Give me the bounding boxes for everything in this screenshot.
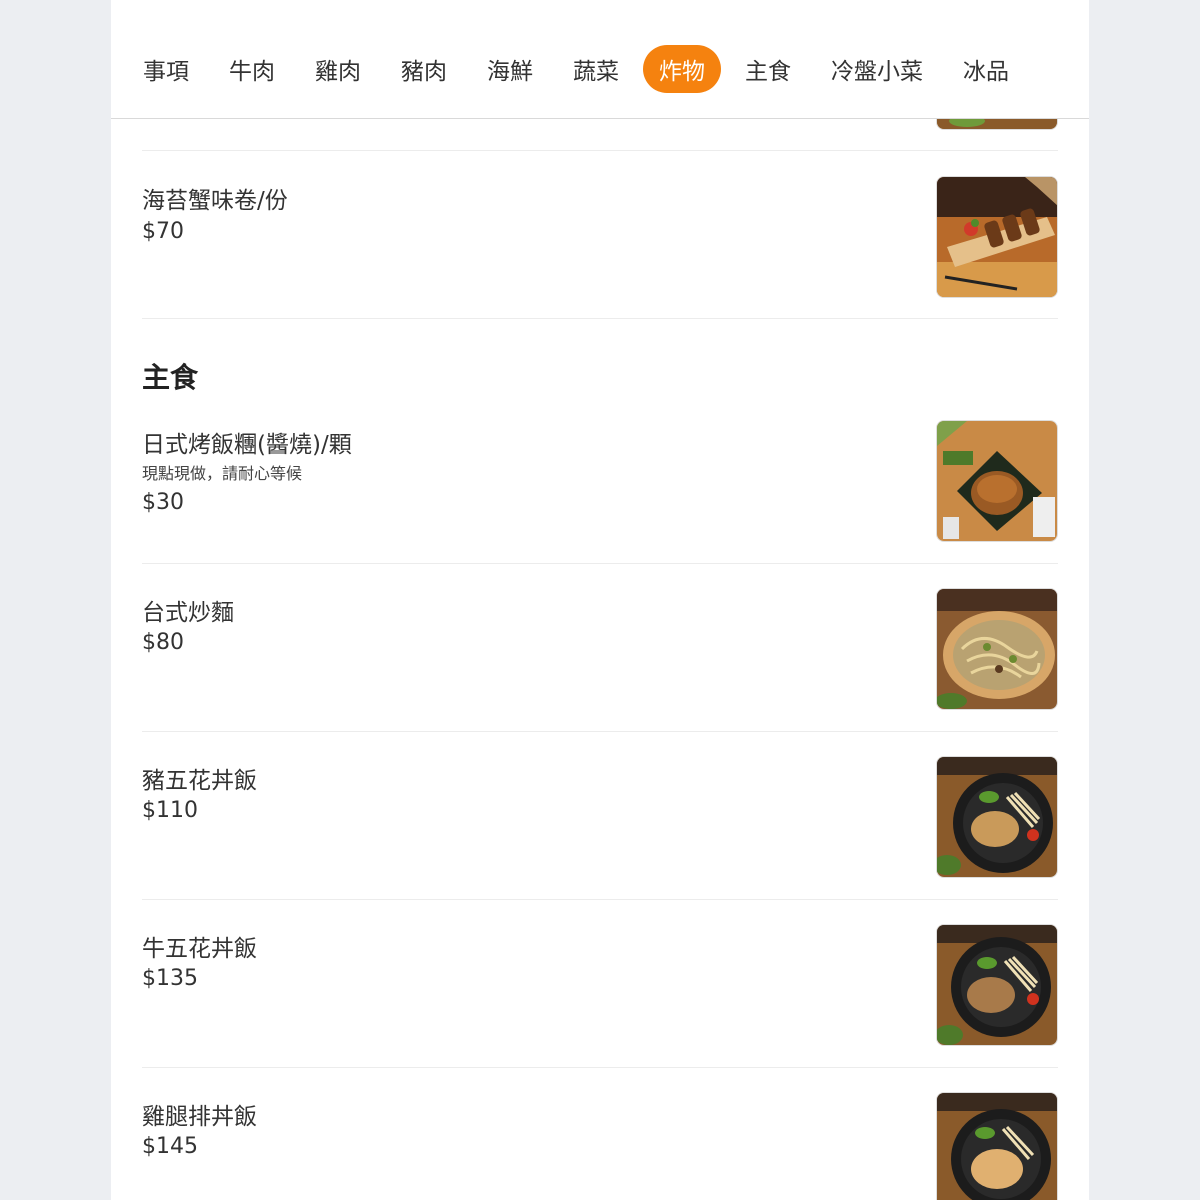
item-price: $135 — [142, 966, 198, 991]
divider — [142, 318, 1058, 319]
tab-seafood[interactable]: 海鮮 — [479, 45, 541, 93]
item-name: 日式烤飯糰(醬燒)/顆 — [142, 432, 352, 458]
chicken-rice-bowl-photo-icon — [936, 1092, 1058, 1200]
tab-cold-dishes[interactable]: 冷盤小菜 — [823, 45, 931, 93]
section-title-main-dishes: 主食 — [142, 361, 199, 394]
item-price: $110 — [142, 798, 198, 823]
item-name: 雞腿排丼飯 — [142, 1104, 257, 1130]
fried-noodles-photo-icon — [936, 588, 1058, 710]
beef-rice-bowl-photo-icon — [936, 924, 1058, 1046]
menu-item[interactable]: 豬五花丼飯 $110 — [142, 731, 1058, 899]
category-tab-bar: 事項 牛肉 雞肉 豬肉 海鮮 蔬菜 炸物 主食 冷盤小菜 冰品 — [111, 0, 1089, 119]
item-name: 台式炒麵 — [142, 600, 234, 626]
tab-main-dishes[interactable]: 主食 — [737, 45, 799, 93]
menu-item[interactable]: 日式烤飯糰(醬燒)/顆 現點現做，請耐心等候 $30 — [142, 395, 1058, 563]
tab-beef[interactable]: 牛肉 — [221, 45, 283, 93]
menu-item[interactable]: 海苔蟹味卷/份 $70 — [142, 150, 1058, 318]
item-price: $80 — [142, 630, 184, 655]
menu-item[interactable]: 牛五花丼飯 $135 — [142, 899, 1058, 1067]
tab-vegetables[interactable]: 蔬菜 — [565, 45, 627, 93]
menu-item[interactable]: 台式炒麵 $80 — [142, 563, 1058, 731]
tab-notes[interactable]: 事項 — [135, 45, 197, 93]
item-price: $70 — [142, 219, 184, 244]
item-price: $145 — [142, 1134, 198, 1159]
tab-pork[interactable]: 豬肉 — [393, 45, 455, 93]
tab-ice[interactable]: 冰品 — [955, 45, 1017, 93]
tab-fried[interactable]: 炸物 — [643, 45, 721, 93]
item-name: 牛五花丼飯 — [142, 936, 257, 962]
pork-rice-bowl-photo-icon — [936, 756, 1058, 878]
menu-app: 事項 牛肉 雞肉 豬肉 海鮮 蔬菜 炸物 主食 冷盤小菜 冰品 海苔蟹味卷/份 … — [111, 0, 1089, 1200]
item-price: $30 — [142, 490, 184, 515]
tab-chicken[interactable]: 雞肉 — [307, 45, 369, 93]
item-note: 現點現做，請耐心等候 — [142, 464, 303, 483]
rice-ball-photo-icon — [936, 420, 1058, 542]
item-name: 海苔蟹味卷/份 — [142, 188, 288, 214]
item-name: 豬五花丼飯 — [142, 768, 257, 794]
menu-item[interactable]: 雞腿排丼飯 $145 — [142, 1067, 1058, 1200]
fried-rolls-photo-icon — [936, 176, 1058, 298]
